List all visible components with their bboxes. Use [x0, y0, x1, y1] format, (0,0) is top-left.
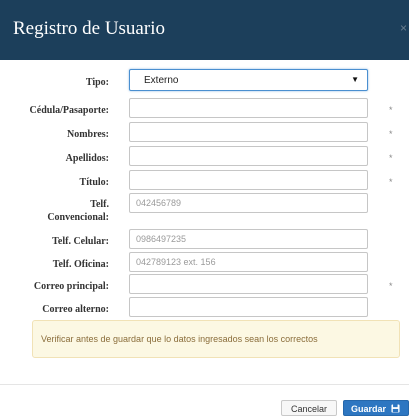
label-telf-convencional-line2: Convencional:: [47, 212, 109, 223]
row-telf-oficina: Telf. Oficina:: [0, 252, 409, 274]
label-telf-convencional-line1: Telf.: [90, 199, 109, 210]
row-cedula: Cédula/Pasaporte: *: [0, 98, 409, 120]
row-telf-celular: Telf. Celular:: [0, 229, 409, 251]
row-correo-alterno: Correo alterno:: [0, 297, 409, 319]
required-mark-nombres: *: [389, 129, 393, 139]
caret-down-icon: ▼: [351, 75, 359, 84]
cedula-input[interactable]: [129, 98, 368, 118]
apellidos-input[interactable]: [129, 146, 368, 166]
correo-principal-input[interactable]: [129, 274, 368, 294]
cancel-button[interactable]: Cancelar: [281, 400, 337, 416]
telf-celular-input[interactable]: [129, 229, 368, 249]
telf-oficina-input[interactable]: [129, 252, 368, 272]
footer-divider: [0, 384, 409, 385]
required-mark-titulo: *: [389, 177, 393, 187]
label-nombres: Nombres:: [66, 129, 109, 140]
row-apellidos: Apellidos: *: [0, 146, 409, 168]
correo-alterno-input[interactable]: [129, 297, 368, 317]
warning-alert-text: Verificar antes de guardar que lo datos …: [41, 334, 318, 344]
tipo-select[interactable]: Externo ▼: [129, 69, 368, 91]
titulo-input[interactable]: [129, 170, 368, 190]
floppy-disk-icon: [391, 404, 400, 413]
label-correo-alterno: Correo alterno:: [42, 304, 109, 315]
label-apellidos: Apellidos:: [65, 153, 109, 164]
row-tipo: Tipo: Externo ▼: [0, 69, 409, 91]
label-telf-celular: Telf. Celular:: [52, 236, 109, 247]
nombres-input[interactable]: [129, 122, 368, 142]
row-nombres: Nombres: *: [0, 122, 409, 144]
required-mark-correo-principal: *: [389, 281, 393, 291]
modal-title: Registro de Usuario: [13, 18, 165, 39]
telf-convencional-input[interactable]: [129, 193, 368, 213]
row-telf-convencional: Telf. Convencional:: [0, 193, 409, 227]
label-correo-principal: Correo principal:: [33, 281, 109, 292]
required-mark-cedula: *: [389, 105, 393, 115]
label-titulo: Título:: [79, 177, 109, 188]
close-icon[interactable]: ×: [400, 22, 407, 34]
required-mark-apellidos: *: [389, 153, 393, 163]
warning-alert: Verificar antes de guardar que lo datos …: [32, 320, 400, 358]
modal-header: Registro de Usuario ×: [0, 0, 409, 60]
row-titulo: Título: *: [0, 170, 409, 192]
label-telf-oficina: Telf. Oficina:: [52, 259, 109, 270]
label-tipo: Tipo:: [85, 77, 109, 88]
save-button[interactable]: Guardar: [343, 400, 409, 416]
row-correo-principal: Correo principal: *: [0, 274, 409, 296]
save-button-label: Guardar: [351, 404, 387, 414]
label-cedula: Cédula/Pasaporte:: [29, 105, 109, 116]
tipo-selected-value: Externo: [144, 75, 179, 86]
